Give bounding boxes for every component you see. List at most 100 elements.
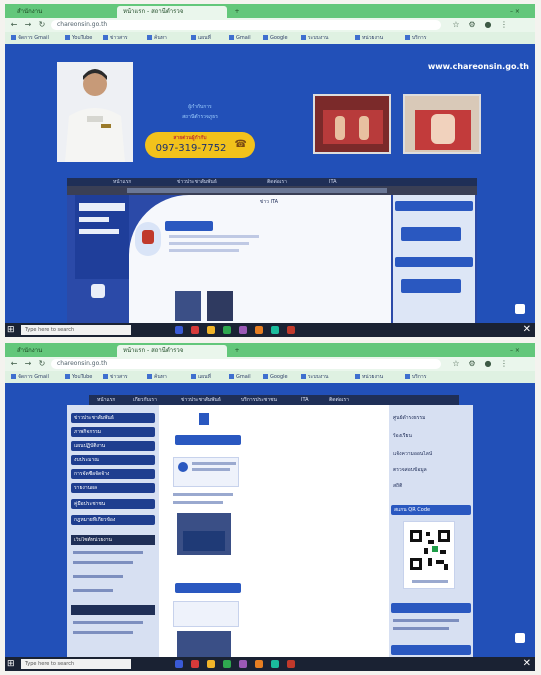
left-menu-item[interactable]: ข่าวประชาสัมพันธ์ (71, 413, 155, 423)
bookmark-item[interactable]: Google (263, 373, 297, 381)
scroll-top-icon[interactable] (515, 304, 525, 314)
notification-icon[interactable]: ✕ (523, 324, 531, 335)
hotline-badge[interactable]: สายด่วนผู้กำกับ 097-319-7752 ☎ (145, 132, 255, 158)
reload-icon[interactable]: ↻ (37, 359, 47, 369)
taskbar-search[interactable]: Type here to search (21, 659, 131, 669)
browser-tab-1[interactable]: สำนักงาน (11, 345, 81, 357)
bookmark-item[interactable]: ค้นหา (147, 373, 187, 381)
menu-tab-1[interactable]: หน้าแรก (97, 397, 115, 403)
accessibility-icon[interactable] (91, 284, 105, 298)
taskbar-app-icon[interactable] (207, 326, 215, 334)
taskbar-app-icon[interactable] (239, 326, 247, 334)
qr-code-card[interactable] (403, 521, 455, 589)
left-menu-item[interactable]: รายงานผล (71, 483, 155, 493)
window-controls-icon[interactable]: – × (510, 345, 530, 357)
news-card-2[interactable] (173, 601, 239, 627)
taskbar-app-icon[interactable] (191, 326, 199, 334)
news-banner-2 (175, 583, 241, 593)
right-link[interactable]: ตรวจสอบข้อมูล (393, 467, 427, 473)
menu-tab-4[interactable]: บริการประชาชน (241, 397, 277, 403)
left-menu-item[interactable]: การจัดซื้อจัดจ้าง (71, 469, 155, 479)
star-icon[interactable]: ☆ (451, 20, 461, 30)
windows-start-icon[interactable]: ⊞ (7, 659, 17, 669)
menu-tab-6[interactable]: ติดต่อเรา (329, 397, 349, 403)
browser-tab-2[interactable]: หน้าแรก - สถานีตำรวจ (117, 6, 227, 18)
menu-icon[interactable]: ⋮ (499, 20, 509, 30)
taskbar-app-icon[interactable] (271, 326, 279, 334)
taskbar-app-icon[interactable] (239, 660, 247, 668)
bookmark-item[interactable]: จัดการ Gmail (11, 373, 61, 381)
photo-event-1 (313, 94, 391, 154)
taskbar-app-icon[interactable] (255, 326, 263, 334)
profile-icon[interactable]: ● (483, 359, 493, 369)
address-bar[interactable]: chareonsin.go.th (51, 359, 441, 369)
left-menu-item[interactable]: กฎหมายที่เกี่ยวข้อง (71, 515, 155, 525)
notification-icon[interactable]: ✕ (523, 658, 531, 669)
left-menu-item[interactable]: แผนปฏิบัติงาน (71, 441, 155, 451)
left-menu-item[interactable]: ภาพกิจกรรม (71, 427, 155, 437)
windows-start-icon[interactable]: ⊞ (7, 325, 17, 335)
taskbar-app-icon[interactable] (175, 660, 183, 668)
browser-tab-1[interactable]: สำนักงาน (11, 6, 81, 18)
right-link[interactable]: ร้องเรียน (393, 433, 412, 439)
bookmark-item[interactable]: หน่วยงาน (355, 373, 401, 381)
bookmark-item[interactable]: Google (263, 34, 297, 42)
window-controls-icon[interactable]: – × (510, 6, 530, 18)
inner-tab-3[interactable]: ติดต่อเรา (267, 179, 287, 185)
bookmark-item[interactable]: YouTube (65, 34, 99, 42)
bookmark-item[interactable]: ข่าวสาร (103, 34, 143, 42)
bookmark-item[interactable]: ระบบงาน (301, 373, 351, 381)
taskbar-app-icon[interactable] (175, 326, 183, 334)
new-tab-icon[interactable]: + (231, 6, 243, 18)
bookmark-item[interactable]: บริการ (405, 373, 445, 381)
taskbar-app-icon[interactable] (287, 326, 295, 334)
bookmark-item[interactable]: แผนที่ (191, 34, 225, 42)
inner-tab-4[interactable]: ITA (329, 179, 337, 185)
bookmark-item[interactable]: หน่วยงาน (355, 34, 401, 42)
inner-tab-2[interactable]: ข่าวประชาสัมพันธ์ (177, 179, 217, 185)
browser-tab-2[interactable]: หน้าแรก - สถานีตำรวจ (117, 345, 227, 357)
left-menu-item[interactable]: งบประมาณ (71, 455, 155, 465)
taskbar-app-icon[interactable] (223, 660, 231, 668)
star-icon[interactable]: ☆ (451, 359, 461, 369)
menu-icon[interactable]: ⋮ (499, 359, 509, 369)
back-icon[interactable]: ← (9, 20, 19, 30)
bookmark-item[interactable]: แผนที่ (191, 373, 225, 381)
right-link[interactable]: สถิติ (393, 483, 402, 489)
bookmark-item[interactable]: จัดการ Gmail (11, 34, 61, 42)
address-bar[interactable]: chareonsin.go.th (51, 20, 441, 30)
scroll-top-icon[interactable] (515, 633, 525, 643)
bookmark-item[interactable]: ข่าวสาร (103, 373, 143, 381)
taskbar-app-icon[interactable] (255, 660, 263, 668)
bookmark-item[interactable]: บริการ (405, 34, 445, 42)
extensions-icon[interactable]: ⚙ (467, 20, 477, 30)
taskbar-app-icon[interactable] (271, 660, 279, 668)
inner-left-strip (75, 195, 129, 279)
extensions-icon[interactable]: ⚙ (467, 359, 477, 369)
menu-tab-3[interactable]: ข่าวประชาสัมพันธ์ (181, 397, 221, 403)
news-card-1[interactable] (173, 457, 239, 487)
taskbar-app-icon[interactable] (191, 660, 199, 668)
inner-heading: ข่าว ITA (259, 199, 279, 205)
bookmark-item[interactable]: ระบบงาน (301, 34, 351, 42)
profile-icon[interactable]: ● (483, 20, 493, 30)
bookmark-item[interactable]: YouTube (65, 373, 99, 381)
taskbar-app-icon[interactable] (207, 660, 215, 668)
new-tab-icon[interactable]: + (231, 345, 243, 357)
taskbar-app-icon[interactable] (223, 326, 231, 334)
bookmark-item[interactable]: Gmail (229, 34, 259, 42)
forward-icon[interactable]: → (23, 359, 33, 369)
bookmark-item[interactable]: ค้นหา (147, 34, 187, 42)
right-link[interactable]: แจ้งความออนไลน์ (393, 451, 432, 457)
right-link[interactable]: ศูนย์ดำรงธรรม (393, 415, 425, 421)
forward-icon[interactable]: → (23, 20, 33, 30)
left-menu-item[interactable]: คู่มือประชาชน (71, 499, 155, 509)
inner-tab-1[interactable]: หน้าแรก (113, 179, 131, 185)
menu-tab-5[interactable]: ITA (301, 397, 309, 403)
taskbar-search[interactable]: Type here to search (21, 325, 131, 335)
reload-icon[interactable]: ↻ (37, 20, 47, 30)
back-icon[interactable]: ← (9, 359, 19, 369)
taskbar-app-icon[interactable] (287, 660, 295, 668)
menu-tab-2[interactable]: เกี่ยวกับเรา (133, 397, 157, 403)
bookmark-item[interactable]: Gmail (229, 373, 259, 381)
